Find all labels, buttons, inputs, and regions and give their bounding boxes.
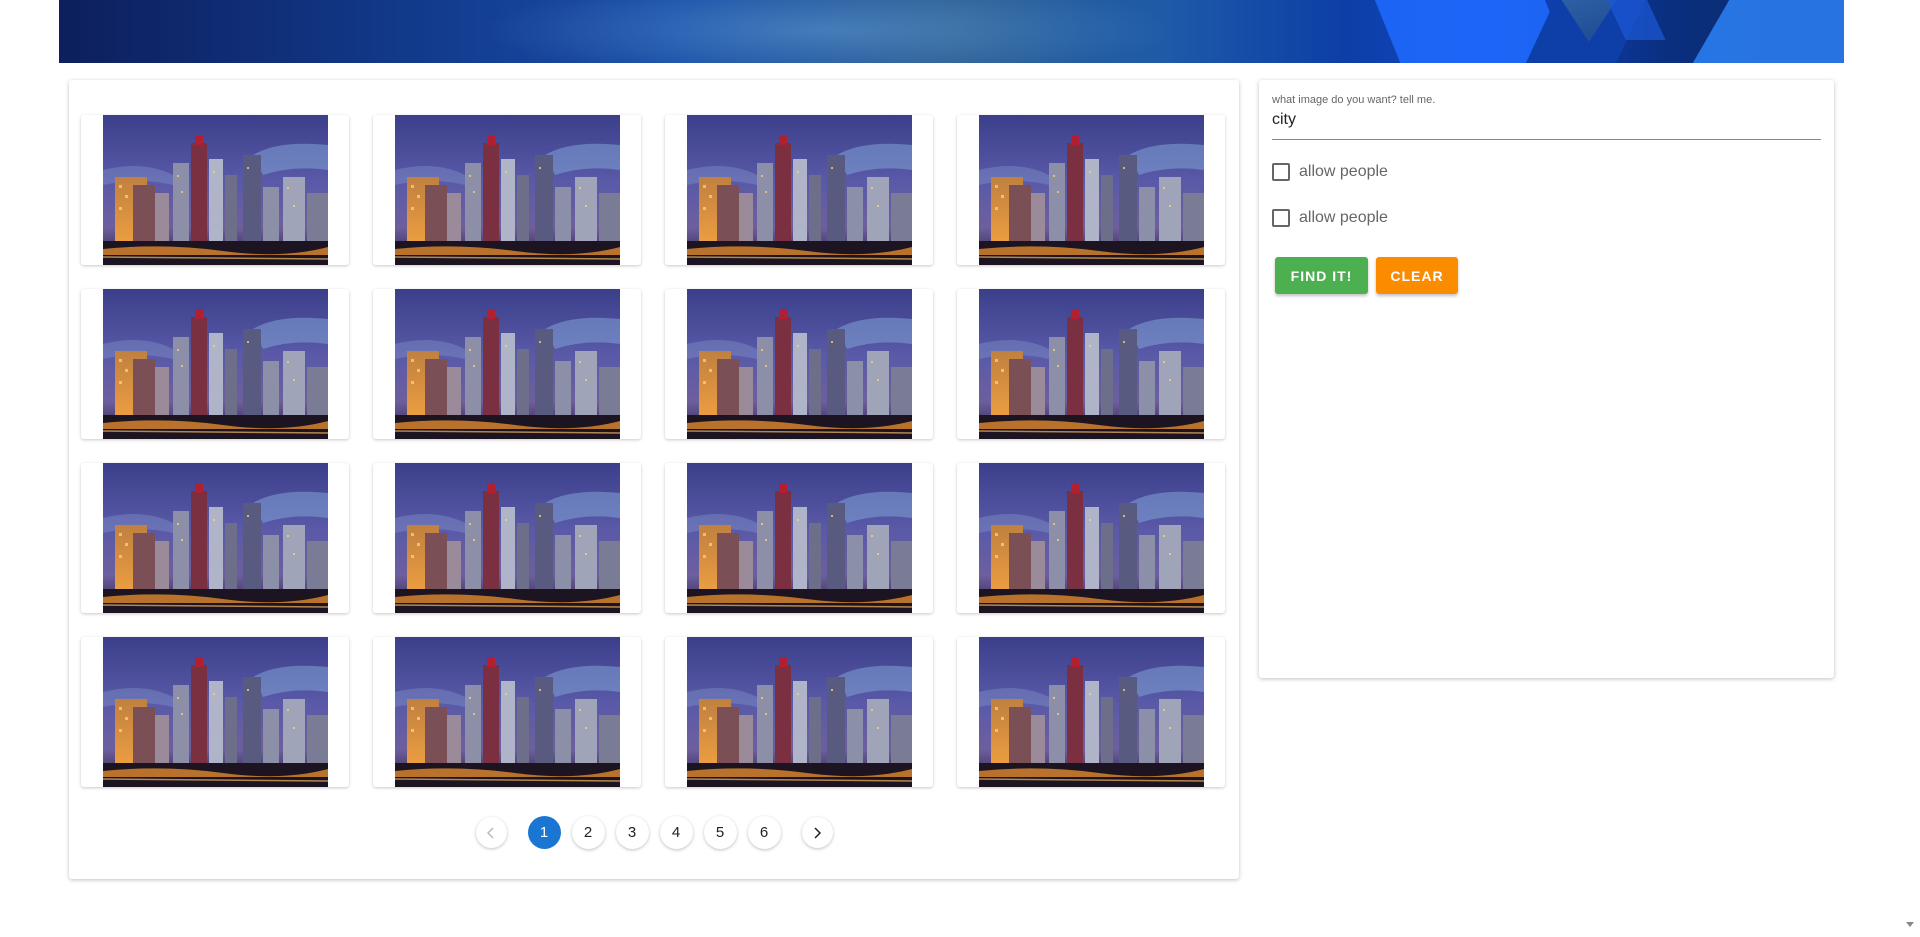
image-result-card[interactable] — [373, 289, 641, 439]
image-result-card[interactable] — [957, 115, 1225, 265]
image-result-card[interactable] — [665, 115, 933, 265]
city-image[interactable] — [979, 289, 1204, 439]
city-image[interactable] — [103, 115, 328, 265]
image-result-card[interactable] — [373, 463, 641, 613]
image-result-card[interactable] — [665, 463, 933, 613]
image-result-card[interactable] — [373, 115, 641, 265]
page-button-2[interactable]: 2 — [571, 816, 605, 849]
checkbox-unchecked-icon[interactable] — [1272, 163, 1290, 181]
image-result-card[interactable] — [957, 637, 1225, 787]
city-image[interactable] — [395, 115, 620, 265]
city-image[interactable] — [979, 115, 1204, 265]
scroll-down-arrow-icon[interactable] — [1906, 922, 1914, 927]
city-image[interactable] — [395, 637, 620, 787]
image-result-card[interactable] — [665, 289, 933, 439]
city-image[interactable] — [395, 463, 620, 613]
checkbox-unchecked-icon[interactable] — [1272, 209, 1290, 227]
image-result-card[interactable] — [957, 289, 1225, 439]
next-page-button[interactable] — [801, 817, 833, 848]
find-it-button[interactable]: FIND IT! — [1275, 257, 1368, 294]
city-image[interactable] — [687, 463, 912, 613]
image-result-card[interactable] — [373, 637, 641, 787]
image-result-card[interactable] — [81, 637, 349, 787]
search-field: what image do you want? tell me. — [1272, 94, 1821, 140]
prev-page-button[interactable] — [475, 817, 507, 848]
image-grid — [81, 115, 1225, 787]
results-panel: 1 2 3 4 5 6 — [69, 80, 1239, 879]
city-image[interactable] — [103, 463, 328, 613]
city-image[interactable] — [979, 637, 1204, 787]
page-button-6[interactable]: 6 — [747, 816, 781, 849]
search-input[interactable] — [1272, 111, 1821, 129]
clear-button[interactable]: CLEAR — [1376, 257, 1458, 294]
city-image[interactable] — [103, 289, 328, 439]
image-result-card[interactable] — [957, 463, 1225, 613]
page-button-5[interactable]: 5 — [703, 816, 737, 849]
header-banner — [59, 0, 1844, 63]
image-result-card[interactable] — [81, 463, 349, 613]
page-button-1[interactable]: 1 — [527, 816, 561, 849]
pagination: 1 2 3 4 5 6 — [69, 816, 1239, 849]
chevron-right-icon — [814, 826, 822, 839]
search-panel: what image do you want? tell me. allow p… — [1259, 80, 1834, 678]
search-field-label: what image do you want? tell me. — [1272, 94, 1436, 106]
chevron-left-icon — [486, 826, 494, 839]
checkbox-label: allow people — [1299, 163, 1388, 180]
allow-people-checkbox-2[interactable]: allow people — [1272, 209, 1388, 227]
city-image[interactable] — [687, 289, 912, 439]
image-result-card[interactable] — [81, 115, 349, 265]
page-button-3[interactable]: 3 — [615, 816, 649, 849]
city-image[interactable] — [687, 115, 912, 265]
city-image[interactable] — [979, 463, 1204, 613]
image-result-card[interactable] — [665, 637, 933, 787]
city-image[interactable] — [103, 637, 328, 787]
city-image[interactable] — [687, 637, 912, 787]
allow-people-checkbox-1[interactable]: allow people — [1272, 163, 1388, 181]
checkbox-label: allow people — [1299, 209, 1388, 226]
city-image[interactable] — [395, 289, 620, 439]
image-result-card[interactable] — [81, 289, 349, 439]
page-button-4[interactable]: 4 — [659, 816, 693, 849]
